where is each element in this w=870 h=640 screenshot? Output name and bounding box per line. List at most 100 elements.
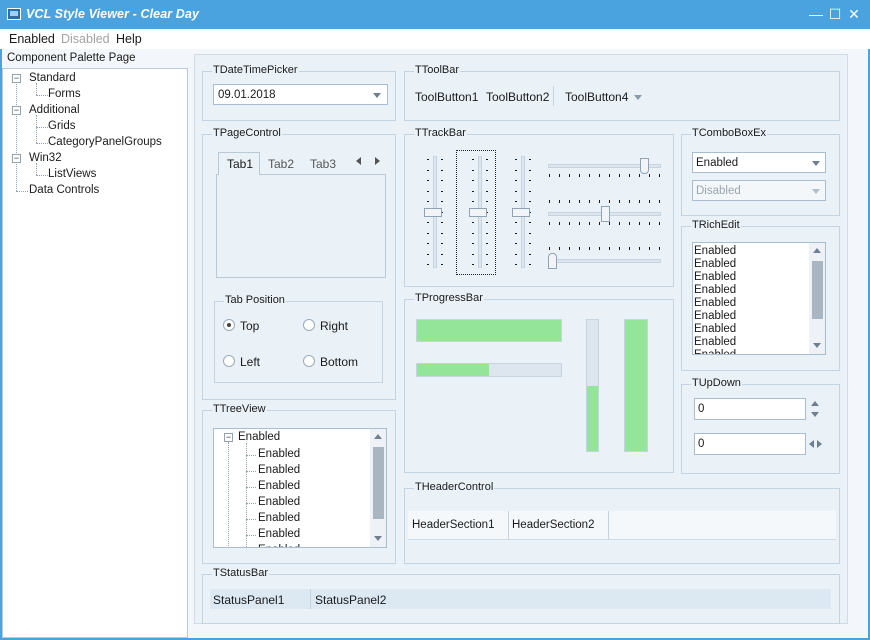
trackbar-thumb[interactable] bbox=[640, 158, 650, 174]
tree-item-win32[interactable]: Win32 bbox=[29, 152, 62, 164]
tab-1[interactable]: Tab1 bbox=[218, 152, 260, 175]
tick-mark bbox=[529, 264, 531, 265]
close-button[interactable]: ✕ bbox=[845, 5, 863, 23]
tick-mark bbox=[529, 243, 531, 244]
menu-help[interactable]: Help bbox=[116, 32, 142, 46]
tick-mark bbox=[599, 200, 600, 203]
tree-item-child[interactable]: Enabled bbox=[228, 447, 368, 463]
tab-scroll-right-icon[interactable] bbox=[375, 157, 380, 165]
tree-item-forms[interactable]: Forms bbox=[48, 88, 81, 100]
dropdown-arrow-icon[interactable] bbox=[373, 93, 381, 98]
progress-fill bbox=[587, 385, 598, 451]
combo-enabled[interactable]: Enabled bbox=[692, 152, 826, 173]
tab-3[interactable]: Tab3 bbox=[310, 157, 336, 171]
tree-item-child[interactable]: Enabled bbox=[228, 511, 368, 527]
collapse-icon[interactable]: − bbox=[12, 106, 21, 115]
tree-view[interactable]: − Enabled Enabled Enabled Enabled Enabled En… bbox=[213, 428, 387, 548]
scroll-thumb[interactable] bbox=[812, 261, 823, 319]
tick-mark bbox=[599, 174, 600, 177]
progress-bar-h1 bbox=[416, 319, 562, 342]
group-label: TUpDown bbox=[691, 377, 742, 389]
trackbar-thumb[interactable] bbox=[600, 206, 610, 222]
tick-mark bbox=[529, 159, 531, 160]
tree-item-categorypanelgroups[interactable]: CategoryPanelGroups bbox=[48, 136, 162, 148]
tick-mark bbox=[529, 232, 531, 234]
tick-mark bbox=[639, 247, 640, 250]
date-picker[interactable]: 09.01.2018 bbox=[213, 84, 388, 105]
dropdown-arrow-icon[interactable] bbox=[634, 95, 642, 100]
scroll-up-icon[interactable] bbox=[374, 434, 382, 439]
tab-2[interactable]: Tab2 bbox=[268, 157, 294, 171]
tree-item-child[interactable]: Enabled bbox=[228, 463, 368, 479]
richedit-line: Enabled bbox=[694, 297, 737, 309]
collapse-icon[interactable]: − bbox=[224, 433, 233, 442]
palette-tree[interactable]: − Standard Forms − Additional Grids Cate… bbox=[2, 68, 188, 638]
tick-mark bbox=[441, 232, 443, 234]
palette-label: Component Palette Page bbox=[7, 52, 136, 64]
tree-item-child[interactable]: Enabled bbox=[228, 495, 368, 511]
trackbar-thumb[interactable] bbox=[424, 208, 442, 217]
updown-edit-2[interactable]: 0 bbox=[694, 433, 806, 455]
tree-item-additional[interactable]: Additional bbox=[29, 104, 80, 116]
collapse-icon[interactable]: − bbox=[12, 154, 21, 163]
tick-mark bbox=[515, 243, 517, 244]
header-section-1[interactable]: HeaderSection1 bbox=[408, 511, 509, 540]
trackbar-thumb[interactable] bbox=[548, 253, 557, 269]
tick-mark bbox=[569, 247, 570, 250]
tick-mark bbox=[639, 200, 640, 203]
tree-item-data-controls[interactable]: Data Controls bbox=[29, 184, 99, 196]
trackbar-horizontal[interactable] bbox=[548, 259, 661, 263]
tab-scroll-left-icon[interactable] bbox=[356, 157, 361, 165]
tick-mark bbox=[427, 232, 429, 234]
tree-item-grids[interactable]: Grids bbox=[48, 120, 75, 132]
updown-edit-1[interactable]: 0 bbox=[694, 398, 806, 420]
group-label: TTreeView bbox=[212, 403, 267, 415]
spin-up-icon[interactable] bbox=[811, 401, 819, 406]
title-bar[interactable]: VCL Style Viewer - Clear Day — ☐ ✕ bbox=[0, 0, 870, 29]
scroll-thumb[interactable] bbox=[373, 447, 384, 519]
group-comboboxex bbox=[681, 134, 840, 216]
tick-mark bbox=[515, 180, 517, 181]
menu-enabled[interactable]: Enabled bbox=[9, 32, 55, 46]
richedit-line: Enabled bbox=[694, 284, 737, 296]
combo-value: Enabled bbox=[696, 157, 739, 169]
group-label: TRichEdit bbox=[691, 219, 741, 231]
tree-item-child[interactable]: Enabled bbox=[228, 543, 368, 547]
tree-item-standard[interactable]: Standard bbox=[29, 72, 76, 84]
spin-left-icon[interactable] bbox=[809, 440, 814, 448]
rich-edit[interactable]: Enabled Enabled Enabled Enabled Enabled Enabl… bbox=[692, 242, 826, 355]
radio-label-bottom: Bottom bbox=[320, 355, 359, 369]
radio-bottom[interactable] bbox=[303, 355, 315, 367]
minimize-button[interactable]: — bbox=[807, 5, 825, 23]
tree-item-child[interactable]: Enabled bbox=[228, 479, 368, 495]
spin-right-icon[interactable] bbox=[817, 440, 822, 448]
header-section-2[interactable]: HeaderSection2 bbox=[509, 511, 609, 540]
vertical-scrollbar[interactable] bbox=[809, 243, 825, 354]
maximize-button[interactable]: ☐ bbox=[826, 5, 844, 23]
radio-top[interactable] bbox=[223, 319, 235, 331]
spin-down-icon[interactable] bbox=[811, 412, 819, 417]
scroll-down-icon[interactable] bbox=[813, 343, 821, 348]
dropdown-arrow-icon bbox=[812, 189, 820, 194]
dropdown-arrow-icon[interactable] bbox=[812, 161, 820, 166]
tick-mark bbox=[609, 174, 610, 177]
toolbutton-1[interactable]: ToolButton1 bbox=[415, 90, 478, 104]
toolbutton-2[interactable]: ToolButton2 bbox=[486, 90, 549, 104]
group-label: Tab Position bbox=[224, 294, 286, 306]
scroll-down-icon[interactable] bbox=[374, 536, 382, 541]
collapse-icon[interactable]: − bbox=[12, 74, 21, 83]
radio-right[interactable] bbox=[303, 319, 315, 331]
scroll-up-icon[interactable] bbox=[813, 248, 821, 253]
toolbutton-4[interactable]: ToolButton4 bbox=[565, 90, 628, 104]
tick-mark bbox=[569, 222, 570, 225]
vertical-scrollbar[interactable] bbox=[370, 429, 386, 547]
app-icon[interactable] bbox=[7, 8, 21, 20]
tree-item-root[interactable]: Enabled bbox=[238, 431, 280, 443]
tree-item-listviews[interactable]: ListViews bbox=[48, 168, 96, 180]
tick-mark bbox=[629, 200, 630, 203]
radio-left[interactable] bbox=[223, 355, 235, 367]
tick-mark bbox=[609, 200, 610, 203]
trackbar-thumb[interactable] bbox=[512, 208, 530, 217]
tick-mark bbox=[549, 174, 550, 177]
tree-item-child[interactable]: Enabled bbox=[228, 527, 368, 543]
